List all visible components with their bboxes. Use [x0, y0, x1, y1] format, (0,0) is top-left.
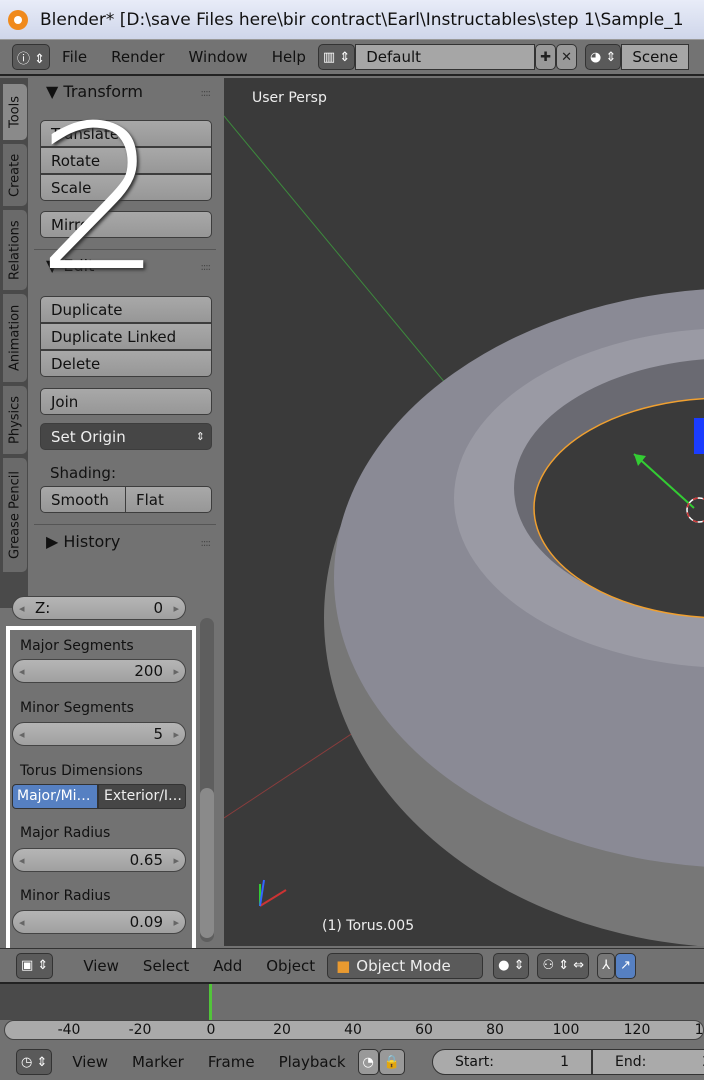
- drag-handle-icon[interactable]: ::::: [201, 88, 212, 99]
- scene-icon[interactable]: ◕ ⇕: [585, 44, 622, 70]
- menu-view[interactable]: View: [72, 1053, 108, 1071]
- mode-dropdown[interactable]: ■ Object Mode: [327, 952, 484, 979]
- editor-type-timeline-icon[interactable]: ◷ ⇕: [16, 1049, 53, 1075]
- menu-frame[interactable]: Frame: [208, 1053, 255, 1071]
- scrollbar-thumb[interactable]: [200, 788, 214, 938]
- lock-icon[interactable]: 🔒: [378, 1049, 406, 1075]
- manipulator-icon[interactable]: ⅄: [597, 952, 616, 979]
- frame-ruler[interactable]: -40 -20 0 20 40 60 80 100 120 140: [4, 1020, 704, 1040]
- tab-relations[interactable]: Relations: [3, 210, 27, 290]
- screen-layout-icon[interactable]: ▥ ⇕: [317, 44, 356, 70]
- menu-view[interactable]: View: [83, 957, 119, 975]
- start-frame-field[interactable]: Start: 1: [432, 1049, 592, 1075]
- title-bar: Blender* [D:\save Files here\bir contrac…: [0, 0, 704, 40]
- duplicate-linked-button[interactable]: Duplicate Linked: [40, 323, 212, 350]
- window-title: Blender* [D:\save Files here\bir contrac…: [40, 9, 684, 30]
- viewport-shading-icon[interactable]: ● ⇕: [493, 952, 530, 979]
- gizmo-z-arrow: [694, 418, 704, 454]
- keying-icon[interactable]: ◔: [357, 1049, 379, 1075]
- remove-layout-icon[interactable]: ✕: [556, 44, 578, 70]
- menu-select[interactable]: Select: [143, 957, 189, 975]
- tab-grease-pencil[interactable]: Grease Pencil: [3, 458, 27, 572]
- tab-physics[interactable]: Physics: [3, 386, 27, 454]
- pivot-point-icon[interactable]: ⚇ ⇕ ⇔: [537, 952, 590, 979]
- timeline[interactable]: [0, 982, 704, 1020]
- ruler-tick: 20: [273, 1022, 291, 1038]
- info-header: ⓘ ⇕ File Render Window Help ▥ ⇕ Default …: [0, 40, 704, 76]
- ruler-tick: 80: [486, 1022, 504, 1038]
- set-origin-label: Set Origin: [51, 427, 126, 446]
- menu-file[interactable]: File: [62, 48, 87, 66]
- menu-playback[interactable]: Playback: [279, 1053, 346, 1071]
- set-origin-dropdown[interactable]: Set Origin ⇕: [40, 423, 212, 450]
- menu-help[interactable]: Help: [272, 48, 306, 66]
- out-of-range-area: [0, 984, 210, 1020]
- ruler-tick: 0: [206, 1022, 216, 1038]
- smooth-button[interactable]: Smooth: [40, 486, 126, 513]
- ruler-tick: 100: [552, 1022, 580, 1038]
- mini-axis-x: [259, 889, 287, 907]
- view-label: User Persp: [252, 90, 327, 106]
- highlight-box: [6, 626, 196, 970]
- end-frame-field[interactable]: End:250: [592, 1049, 704, 1075]
- menu-window[interactable]: Window: [189, 48, 248, 66]
- delete-button[interactable]: Delete: [40, 350, 212, 377]
- updown-icon: ⇕: [195, 430, 205, 443]
- scrollbar[interactable]: [200, 618, 214, 942]
- menu-add[interactable]: Add: [213, 957, 242, 975]
- drag-handle-icon[interactable]: ::::: [201, 262, 212, 273]
- step-number-overlay: 2: [36, 83, 164, 316]
- flat-button[interactable]: Flat: [125, 486, 212, 513]
- tab-tools[interactable]: Tools: [3, 84, 27, 140]
- editor-type-3d-icon[interactable]: ▣ ⇕: [16, 952, 54, 979]
- blender-logo-icon: [8, 9, 28, 30]
- current-frame-cursor[interactable]: [209, 984, 212, 1020]
- shading-label: Shading:: [50, 464, 116, 482]
- ruler-tick: 120: [623, 1022, 651, 1038]
- menu-render[interactable]: Render: [111, 48, 164, 66]
- z-field[interactable]: Z:0: [12, 596, 186, 620]
- menu-marker[interactable]: Marker: [132, 1053, 184, 1071]
- join-button[interactable]: Join: [40, 388, 212, 415]
- tab-animation[interactable]: Animation: [3, 294, 27, 382]
- history-header[interactable]: ▶ History: [46, 532, 120, 551]
- translate-manipulator-icon[interactable]: ↗: [615, 952, 637, 979]
- add-layout-icon[interactable]: ✚: [535, 44, 557, 70]
- divider: [34, 524, 216, 525]
- ruler-tick: 140: [694, 1022, 704, 1038]
- 3d-view-header: ▣ ⇕ View Select Add Object ■ Object Mode …: [0, 948, 704, 982]
- ruler-tick: 60: [415, 1022, 433, 1038]
- menu-object[interactable]: Object: [266, 957, 315, 975]
- 3d-viewport[interactable]: User Persp (1) Torus.005: [224, 78, 704, 946]
- ruler-tick: 40: [344, 1022, 362, 1038]
- ruler-tick: -40: [57, 1022, 81, 1038]
- drag-handle-icon[interactable]: ::::: [201, 538, 212, 549]
- scene-field[interactable]: Scene: [621, 44, 690, 70]
- operator-panel: Z:0 Major Segments 200 Minor Segments 5 …: [0, 596, 224, 970]
- editor-type-info-icon[interactable]: ⓘ ⇕: [12, 44, 51, 70]
- tab-create[interactable]: Create: [3, 144, 27, 206]
- cube-icon: ■: [336, 956, 351, 975]
- scene-render: [224, 115, 704, 946]
- layout-field[interactable]: Default: [355, 44, 536, 70]
- timeline-header: ◷ ⇕ View Marker Frame Playback ◔ 🔒 Start…: [0, 1044, 704, 1080]
- active-object-label: (1) Torus.005: [322, 918, 415, 934]
- ruler-tick: -20: [128, 1022, 152, 1038]
